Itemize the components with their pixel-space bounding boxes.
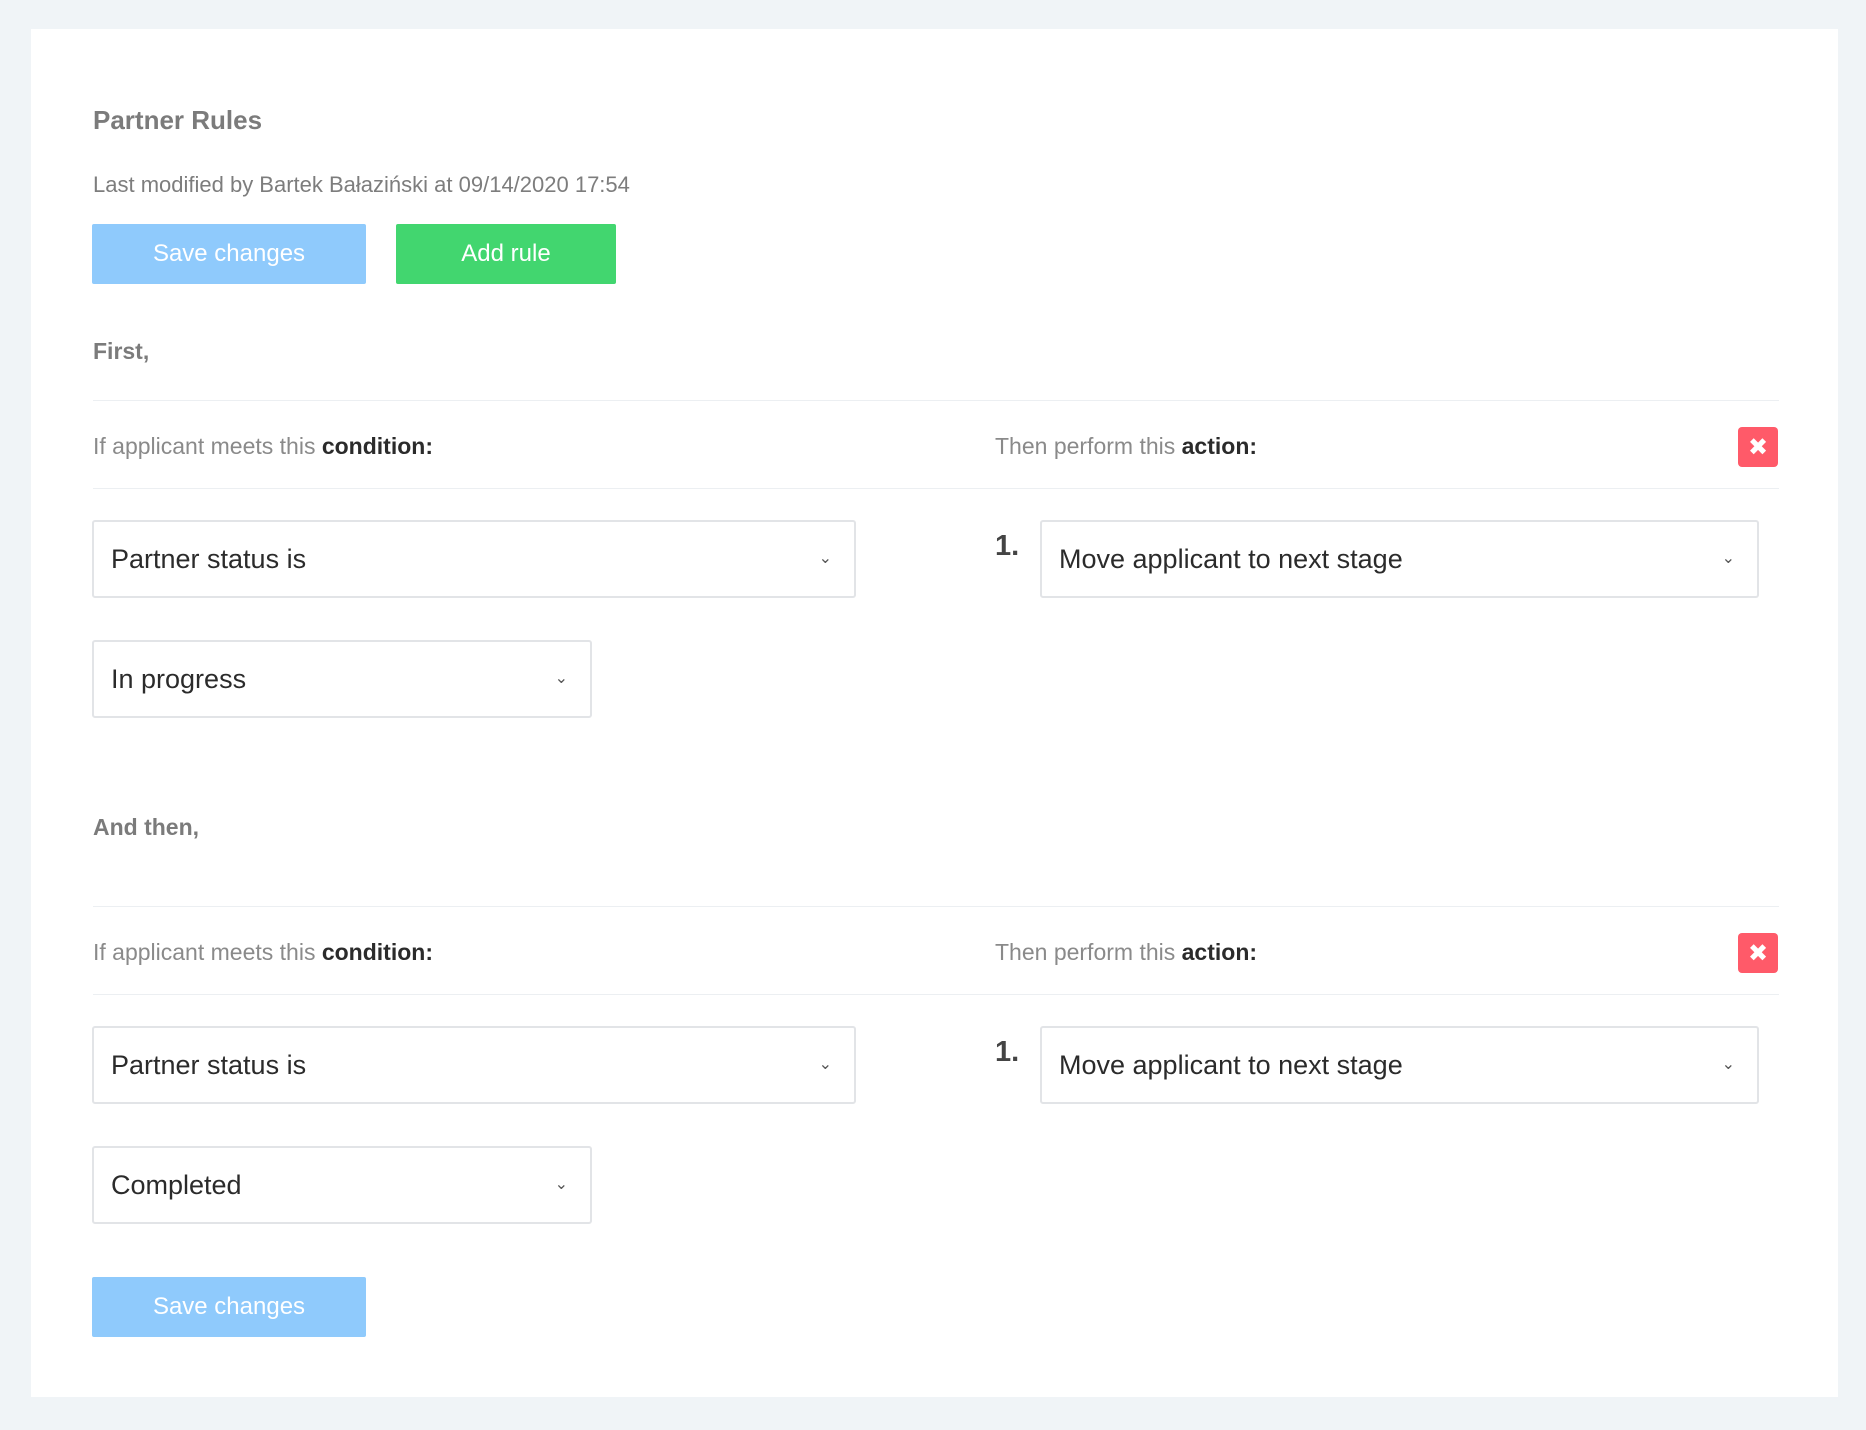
status-select-value: In progress: [111, 663, 247, 694]
chevron-down-icon: ⌄: [818, 1056, 832, 1073]
condition-heading-prefix: If applicant meets this: [93, 939, 322, 965]
rules-card: Partner Rules Last modified by Bartek Ba…: [31, 29, 1838, 1397]
chevron-down-icon: ⌄: [1721, 550, 1735, 567]
rule-1-label: First,: [93, 338, 150, 364]
action-heading-bold: action:: [1181, 433, 1258, 459]
rule-2-condition-select[interactable]: Partner status is ⌄: [92, 1026, 856, 1104]
page-title: Partner Rules: [93, 105, 263, 135]
chevron-down-icon: ⌄: [818, 550, 832, 567]
rule-2-delete-button[interactable]: ✖: [1738, 933, 1778, 973]
condition-select-value: Partner status is: [111, 543, 307, 574]
action-select-value: Move applicant to next stage: [1059, 1049, 1403, 1080]
rule-1-status-select[interactable]: In progress ⌄: [92, 640, 592, 718]
rule-2-action-heading: Then perform this action:: [995, 939, 1257, 966]
chevron-down-icon: ⌄: [554, 1176, 568, 1193]
chevron-down-icon: ⌄: [1721, 1056, 1735, 1073]
rule-1-action-select[interactable]: Move applicant to next stage ⌄: [1040, 520, 1759, 598]
rule-1-top-divider: [93, 400, 1779, 401]
action-heading-bold: action:: [1181, 939, 1258, 965]
condition-select-value: Partner status is: [111, 1049, 307, 1080]
last-modified-text: Last modified by Bartek Bałaziński at 09…: [93, 172, 630, 197]
add-rule-button[interactable]: Add rule: [396, 224, 616, 284]
rule-2-label: And then,: [93, 814, 200, 840]
rule-1-action-number: 1.: [995, 530, 1020, 562]
chevron-down-icon: ⌄: [554, 670, 568, 687]
rule-1-condition-heading: If applicant meets this condition:: [93, 433, 433, 460]
condition-heading-prefix: If applicant meets this: [93, 433, 322, 459]
rule-2-header-divider: [93, 994, 1779, 995]
condition-heading-bold: condition:: [321, 433, 433, 459]
rule-1-header-divider: [93, 488, 1779, 489]
rule-2-top-divider: [93, 906, 1779, 907]
condition-heading-bold: condition:: [321, 939, 433, 965]
close-icon: ✖: [1747, 433, 1769, 461]
action-heading-prefix: Then perform this: [995, 939, 1182, 965]
rule-2-action-number: 1.: [995, 1036, 1020, 1068]
rule-1-action-heading: Then perform this action:: [995, 433, 1257, 460]
action-heading-prefix: Then perform this: [995, 433, 1182, 459]
save-changes-button-top[interactable]: Save changes: [92, 224, 366, 284]
status-select-value: Completed: [111, 1169, 242, 1200]
rule-2-action-select[interactable]: Move applicant to next stage ⌄: [1040, 1026, 1759, 1104]
rule-2-status-select[interactable]: Completed ⌄: [92, 1146, 592, 1224]
close-icon: ✖: [1747, 939, 1769, 967]
save-changes-button-bottom[interactable]: Save changes: [92, 1277, 366, 1337]
action-select-value: Move applicant to next stage: [1059, 543, 1403, 574]
rule-2-condition-heading: If applicant meets this condition:: [93, 939, 433, 966]
rule-1-condition-select[interactable]: Partner status is ⌄: [92, 520, 856, 598]
rule-1-delete-button[interactable]: ✖: [1738, 427, 1778, 467]
